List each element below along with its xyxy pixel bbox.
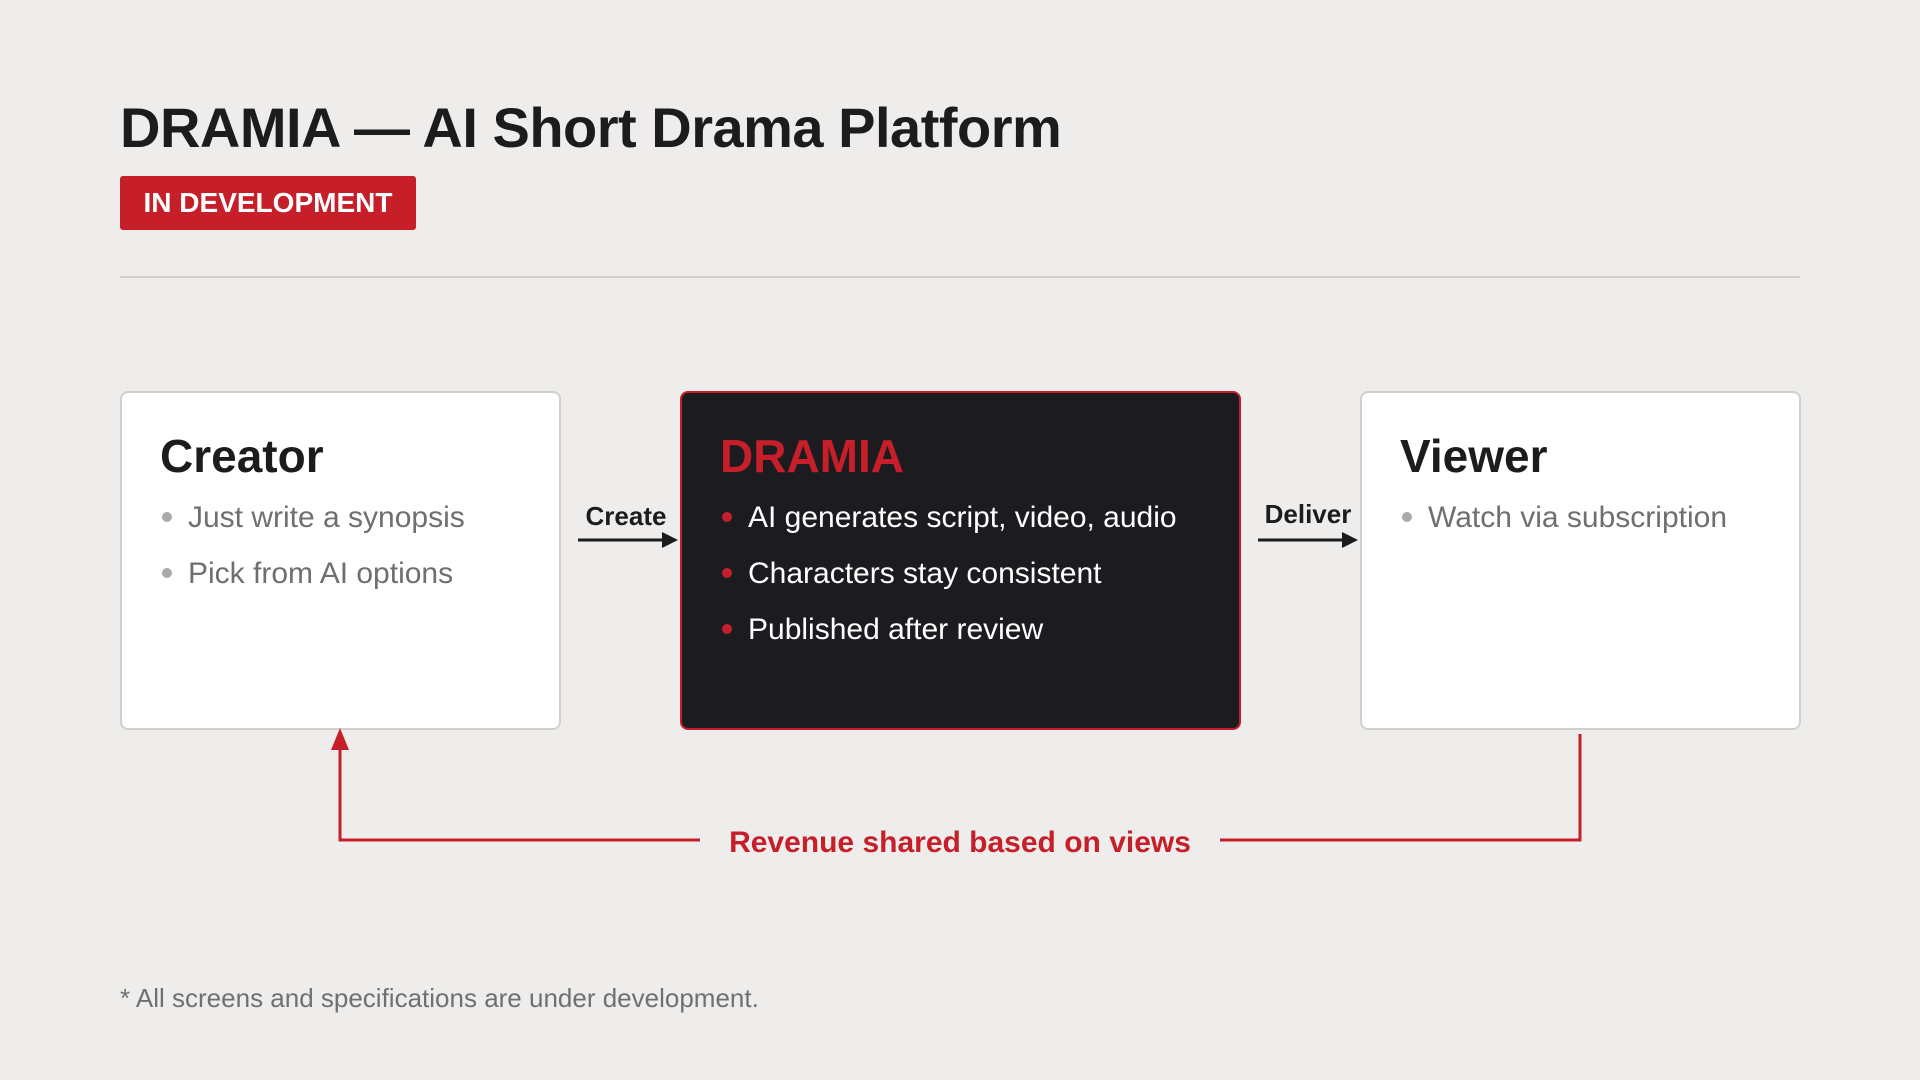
deliver-label: Deliver [1264,499,1352,529]
deliver-arrow [1258,532,1358,548]
revenue-arrow [331,728,1582,842]
flow-connectors [331,532,1582,842]
revenue-label: Revenue shared based on views [729,826,1191,859]
create-label: Create [585,501,667,531]
footnote: * All screens and specifications are und… [120,983,759,1013]
create-arrow [578,532,678,548]
